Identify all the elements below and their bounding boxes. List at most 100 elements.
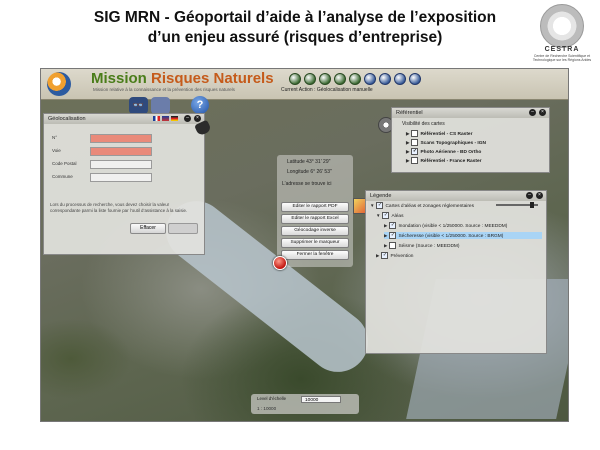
expand-arrow-icon[interactable]: ▶ <box>384 223 387 229</box>
close-icon[interactable]: × <box>536 192 543 199</box>
referentiel-subtitle: Visibilité des cartes <box>402 121 445 127</box>
flag-de-icon[interactable] <box>171 116 178 121</box>
flag-fr-icon[interactable] <box>153 116 160 121</box>
referentiel-item-label: Photo Aérienne - BD Ortho <box>420 149 482 155</box>
checkbox[interactable] <box>411 130 419 137</box>
expand-arrow-icon[interactable]: ▶ <box>384 233 387 239</box>
app-header: Mission Risques Naturels Mission relativ… <box>41 69 568 100</box>
field-label-voie: Voie <box>52 148 61 153</box>
brand-word-mission: Mission <box>91 70 147 87</box>
identify-icon[interactable] <box>349 73 361 85</box>
search-button[interactable] <box>168 223 198 234</box>
referentiel-item[interactable]: ▶ Scans Topographiques - IGN <box>406 139 486 146</box>
previous-extent-icon[interactable] <box>364 73 376 85</box>
app-tagline: Mission relative à la connaissance et la… <box>93 87 235 92</box>
numero-input[interactable] <box>90 134 152 143</box>
clear-button[interactable]: Effacer <box>130 223 166 234</box>
collapse-arrow-icon[interactable]: ▼ <box>370 203 374 208</box>
legend-panel: Légende – × ▼ ✓ Cartes d’aléas et zonages … <box>365 190 547 354</box>
checkbox[interactable]: ✓ <box>411 148 419 155</box>
close-window-button[interactable]: Fermer la fenêtre <box>281 250 349 260</box>
reverse-geocode-button[interactable]: Géocodage inverse <box>281 226 349 236</box>
legend-panel-header[interactable]: Légende – × <box>366 191 546 201</box>
geolocation-panel: Géolocalisation – × N° Voie Code Postal … <box>43 113 205 255</box>
checkbox[interactable]: ✓ <box>389 222 397 229</box>
field-label-commune: Commune <box>52 174 73 179</box>
layers-button[interactable] <box>151 97 170 114</box>
remove-marker-button[interactable]: Supprimer le marqueur <box>281 238 349 248</box>
slide-title-line-1: SIG MRN - Géoportail d’aide à l’analyse … <box>93 9 497 26</box>
flag-en-icon[interactable] <box>162 116 169 121</box>
location-marker-icon[interactable] <box>273 256 287 270</box>
geolocation-help-text: Lors du processus de recherche, vous dev… <box>50 202 188 213</box>
full-extent-icon[interactable] <box>394 73 406 85</box>
legend-item-label: Inondation (visible < 1/250000. Source :… <box>398 223 508 229</box>
voie-input[interactable] <box>90 147 152 156</box>
export-pdf-button[interactable]: Editer le rapport PDF <box>281 202 349 212</box>
map-toolbar <box>289 73 421 85</box>
legend-title: Légende <box>370 193 392 199</box>
minimize-icon[interactable]: – <box>529 109 536 116</box>
checkbox[interactable]: ✓ <box>376 202 384 209</box>
expand-arrow-icon[interactable]: ▶ <box>406 149 409 155</box>
expand-arrow-icon[interactable]: ▶ <box>406 158 409 164</box>
referentiel-item[interactable]: ▶ Référentiel - CS Raster <box>406 130 472 137</box>
brand-word-risques: Risques Naturels <box>151 70 274 87</box>
referentiel-item-label: Référentiel - CS Raster <box>420 131 473 137</box>
code-postal-input[interactable] <box>90 160 152 169</box>
close-icon[interactable]: × <box>539 109 546 116</box>
legend-item-label: Aléas <box>391 213 404 219</box>
slider-handle[interactable] <box>530 202 534 208</box>
expand-arrow-icon[interactable]: ▶ <box>406 131 409 137</box>
next-extent-icon[interactable] <box>379 73 391 85</box>
collapse-arrow-icon[interactable]: ▼ <box>376 213 380 218</box>
expand-arrow-icon[interactable]: ▶ <box>384 243 387 249</box>
legend-root[interactable]: ▼ ✓ Cartes d’aléas et zonages réglementair… <box>370 202 474 209</box>
zoom-label: Level d’échelle <box>257 396 287 401</box>
referentiel-item-label: Scans Topographiques - IGN <box>420 140 486 146</box>
cestra-logo: CESTRA Centre de Recherche Scientifique … <box>530 4 594 66</box>
export-excel-button[interactable]: Editer le rapport Excel <box>281 214 349 224</box>
zoom-range: 1 : 10000 <box>257 406 277 411</box>
checkbox[interactable] <box>411 139 419 146</box>
legend-item-label: Séisme (Source : MEEDDM) <box>398 243 460 249</box>
referentiel-title: Référentiel <box>396 110 423 116</box>
commune-input[interactable] <box>90 173 152 182</box>
referentiel-panel-header[interactable]: Référentiel – × <box>392 108 549 118</box>
slide-title-line-2: d’un enjeu assuré (risques d’entreprise) <box>147 29 443 46</box>
checkbox[interactable]: ✓ <box>381 252 389 259</box>
minimize-icon[interactable]: – <box>526 192 533 199</box>
legend-item[interactable]: ▶ Séisme (Source : MEEDDM) <box>384 242 460 249</box>
help-button[interactable]: ? <box>191 96 209 114</box>
checkbox[interactable] <box>389 242 397 249</box>
map-viewport[interactable]: Mission Risques Naturels Mission relativ… <box>40 68 569 422</box>
app-brand: Mission Risques Naturels <box>91 70 274 87</box>
expand-arrow-icon[interactable]: ▶ <box>406 140 409 146</box>
zoom-select[interactable]: 10000 <box>301 396 341 403</box>
pan-icon[interactable] <box>319 73 331 85</box>
legend-item[interactable]: ▶ ✓ Prévention <box>376 252 413 259</box>
referentiel-panel: Référentiel – × Visibilité des cartes ▶ R… <box>391 107 550 173</box>
minimize-icon[interactable]: – <box>184 115 191 122</box>
legend-item[interactable]: ▶ ✓ Inondation (visible < 1/250000. Source… <box>384 222 507 229</box>
logo-emblem-icon <box>540 4 584 48</box>
legend-item-selected[interactable]: ▶ ✓ Sécheresse (visible < 1/250000. Source… <box>384 232 542 239</box>
language-flags <box>153 116 178 121</box>
zoom-out-icon[interactable] <box>304 73 316 85</box>
checkbox[interactable] <box>411 157 419 164</box>
zoom-in-icon[interactable] <box>289 73 301 85</box>
checkbox[interactable]: ✓ <box>382 212 390 219</box>
checkbox[interactable]: ✓ <box>389 232 397 239</box>
latitude-readout: Latitude 43° 31' 29'' <box>287 159 331 165</box>
opacity-slider[interactable] <box>496 202 538 208</box>
legend-item[interactable]: ▼ ✓ Aléas <box>376 212 403 219</box>
field-label-numero: N° <box>52 135 58 140</box>
close-icon[interactable]: × <box>194 115 201 122</box>
expand-arrow-icon[interactable]: ▶ <box>376 253 379 259</box>
owl-view-button[interactable]: 👓 <box>129 97 148 114</box>
measure-icon[interactable] <box>334 73 346 85</box>
referentiel-item[interactable]: ▶ ✓ Photo Aérienne - BD Ortho <box>406 148 481 155</box>
geolocation-panel-header[interactable]: Géolocalisation – × <box>44 114 204 124</box>
referentiel-item[interactable]: ▶ Référentiel - France Raster <box>406 157 482 164</box>
print-icon[interactable] <box>409 73 421 85</box>
